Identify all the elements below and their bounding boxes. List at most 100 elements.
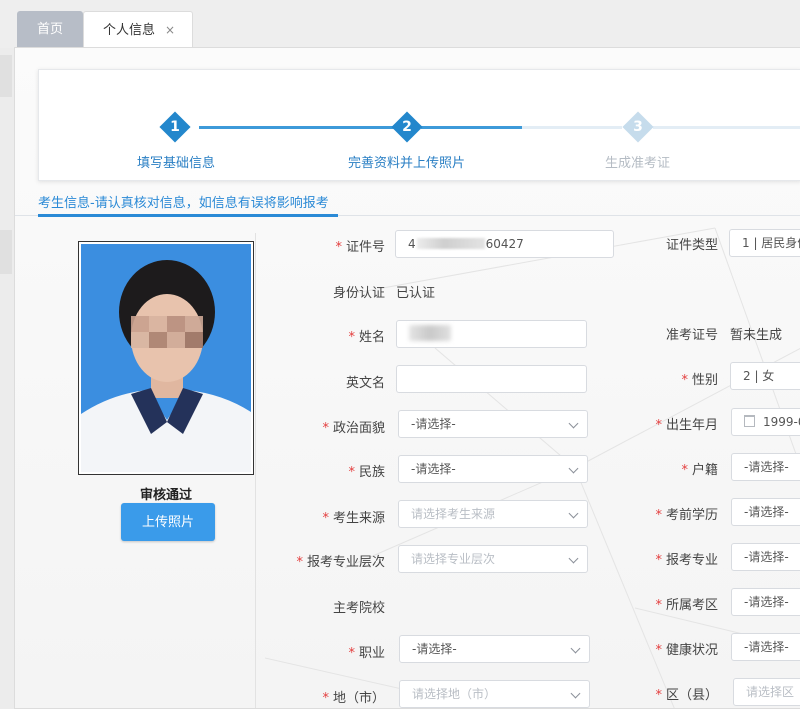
required-mark: * — [655, 418, 662, 433]
id-number-label: * 证件号 — [335, 240, 385, 255]
chevron-down-icon — [568, 463, 579, 474]
ethnicity-label: * 民族 — [348, 465, 385, 480]
job-value: -请选择- — [412, 642, 457, 656]
progress-steps: 1 填写基础信息 2 完善资料并上传照片 3 生成准考证 — [38, 69, 800, 181]
tab-personal-info[interactable]: 个人信息 × — [83, 11, 193, 48]
identity-auth-value: 已认证 — [396, 286, 436, 301]
column-divider — [255, 233, 256, 708]
required-mark: * — [655, 553, 662, 568]
county-label: * 区（县） — [655, 688, 718, 703]
photo-audit-status: 审核通过 — [139, 488, 192, 503]
required-mark: * — [296, 555, 303, 570]
education-label: * 考前学历 — [655, 508, 718, 523]
gender-label: * 性别 — [681, 373, 718, 388]
masked-digits — [416, 238, 485, 249]
masked-name — [409, 325, 451, 341]
step-connector — [199, 126, 394, 129]
chevron-down-icon — [570, 688, 581, 699]
level-select[interactable]: 请选择专业层次 — [398, 545, 588, 573]
city-placeholder: 请选择地（市） — [412, 687, 497, 701]
gender-select[interactable]: 2 | 女 — [730, 362, 800, 390]
tab-bar: 首页 个人信息 × — [0, 0, 800, 48]
health-label: * 健康状况 — [655, 643, 718, 658]
required-mark: * — [322, 511, 329, 526]
college-label: 主考院校 — [332, 601, 385, 616]
required-mark: * — [655, 688, 662, 703]
level-label: * 报考专业层次 — [296, 555, 385, 570]
chevron-down-icon — [570, 643, 581, 654]
main-panel: 1 填写基础信息 2 完善资料并上传照片 3 生成准考证 考生信息-请认真核对信… — [14, 47, 800, 709]
ticket-number-label: 准考证号 — [665, 328, 718, 343]
required-mark: * — [655, 508, 662, 523]
level-placeholder: 请选择专业层次 — [411, 552, 496, 566]
politics-value: -请选择- — [411, 417, 456, 431]
source-label: * 考生来源 — [322, 511, 385, 526]
required-mark: * — [348, 330, 355, 345]
birth-label: * 出生年月 — [655, 418, 718, 433]
tab-personal-info-label: 个人信息 — [103, 23, 156, 38]
tab-home[interactable]: 首页 — [17, 11, 83, 48]
photo-frame — [78, 241, 254, 475]
step-connector — [421, 126, 522, 129]
english-name-label: 英文名 — [345, 376, 385, 391]
name-input[interactable] — [396, 320, 587, 348]
politics-select[interactable]: -请选择- — [398, 410, 588, 438]
section-title-underline — [38, 214, 338, 217]
required-mark: * — [335, 240, 342, 255]
chevron-down-icon — [568, 553, 579, 564]
major-label: * 报考专业 — [655, 553, 718, 568]
step-connector — [522, 126, 622, 129]
ethnicity-select[interactable]: -请选择- — [398, 455, 588, 483]
required-mark: * — [322, 421, 329, 436]
source-placeholder: 请选择考生来源 — [411, 507, 496, 521]
ticket-number-value: 暂未生成 — [730, 328, 783, 343]
exam-area-label: * 所属考区 — [655, 598, 718, 613]
exam-area-select[interactable]: -请选择- — [731, 588, 800, 616]
major-select[interactable]: -请选择- — [731, 543, 800, 571]
applicant-photo — [81, 244, 251, 472]
birth-date-input[interactable]: 1999-0 — [731, 408, 800, 436]
city-select[interactable]: 请选择地（市） — [399, 680, 590, 708]
step-2-label: 完善资料并上传照片 — [348, 156, 466, 171]
health-select[interactable]: -请选择- — [731, 633, 800, 661]
required-mark: * — [681, 373, 688, 388]
politics-label: * 政治面貌 — [322, 421, 385, 436]
step-3-number: 3 — [633, 119, 643, 135]
left-shade — [0, 230, 12, 274]
step-2-number: 2 — [402, 119, 412, 135]
required-mark: * — [681, 463, 688, 478]
chevron-down-icon — [568, 418, 579, 429]
identity-auth-label: 身份认证 — [332, 286, 385, 301]
section-title: 考生信息-请认真核对信息，如信息有误将影响报考 — [38, 196, 329, 211]
name-label: * 姓名 — [348, 330, 385, 345]
household-select[interactable]: -请选择- — [731, 453, 800, 481]
education-select[interactable]: -请选择- — [731, 498, 800, 526]
source-select[interactable]: 请选择考生来源 — [398, 500, 588, 528]
required-mark: * — [348, 465, 355, 480]
id-type-select[interactable]: 1 | 居民身份 — [729, 229, 800, 257]
required-mark: * — [348, 646, 355, 661]
job-label: * 职业 — [348, 646, 385, 661]
required-mark: * — [655, 643, 662, 658]
step-1-label: 填写基础信息 — [137, 156, 216, 171]
birth-value: 1999-0 — [763, 415, 800, 429]
close-icon[interactable]: × — [165, 12, 175, 49]
calendar-icon — [744, 415, 755, 427]
required-mark: * — [322, 691, 329, 706]
upload-photo-button[interactable]: 上传照片 — [121, 503, 215, 541]
ethnicity-value: -请选择- — [411, 462, 456, 476]
id-type-label: 证件类型 — [665, 238, 718, 253]
county-select[interactable]: 请选择区 — [733, 678, 800, 706]
required-mark: * — [655, 598, 662, 613]
city-label: * 地（市） — [322, 691, 385, 706]
chevron-down-icon — [568, 508, 579, 519]
id-number-input[interactable]: 4 60427 — [395, 230, 614, 258]
step-connector — [653, 126, 800, 129]
english-name-input[interactable] — [396, 365, 587, 393]
job-select[interactable]: -请选择- — [399, 635, 590, 663]
step-1-number: 1 — [170, 119, 180, 135]
household-label: * 户籍 — [681, 463, 718, 478]
step-3-label: 生成准考证 — [605, 156, 671, 171]
left-shade — [0, 55, 12, 97]
id-number-suffix: 60427 — [485, 237, 524, 251]
